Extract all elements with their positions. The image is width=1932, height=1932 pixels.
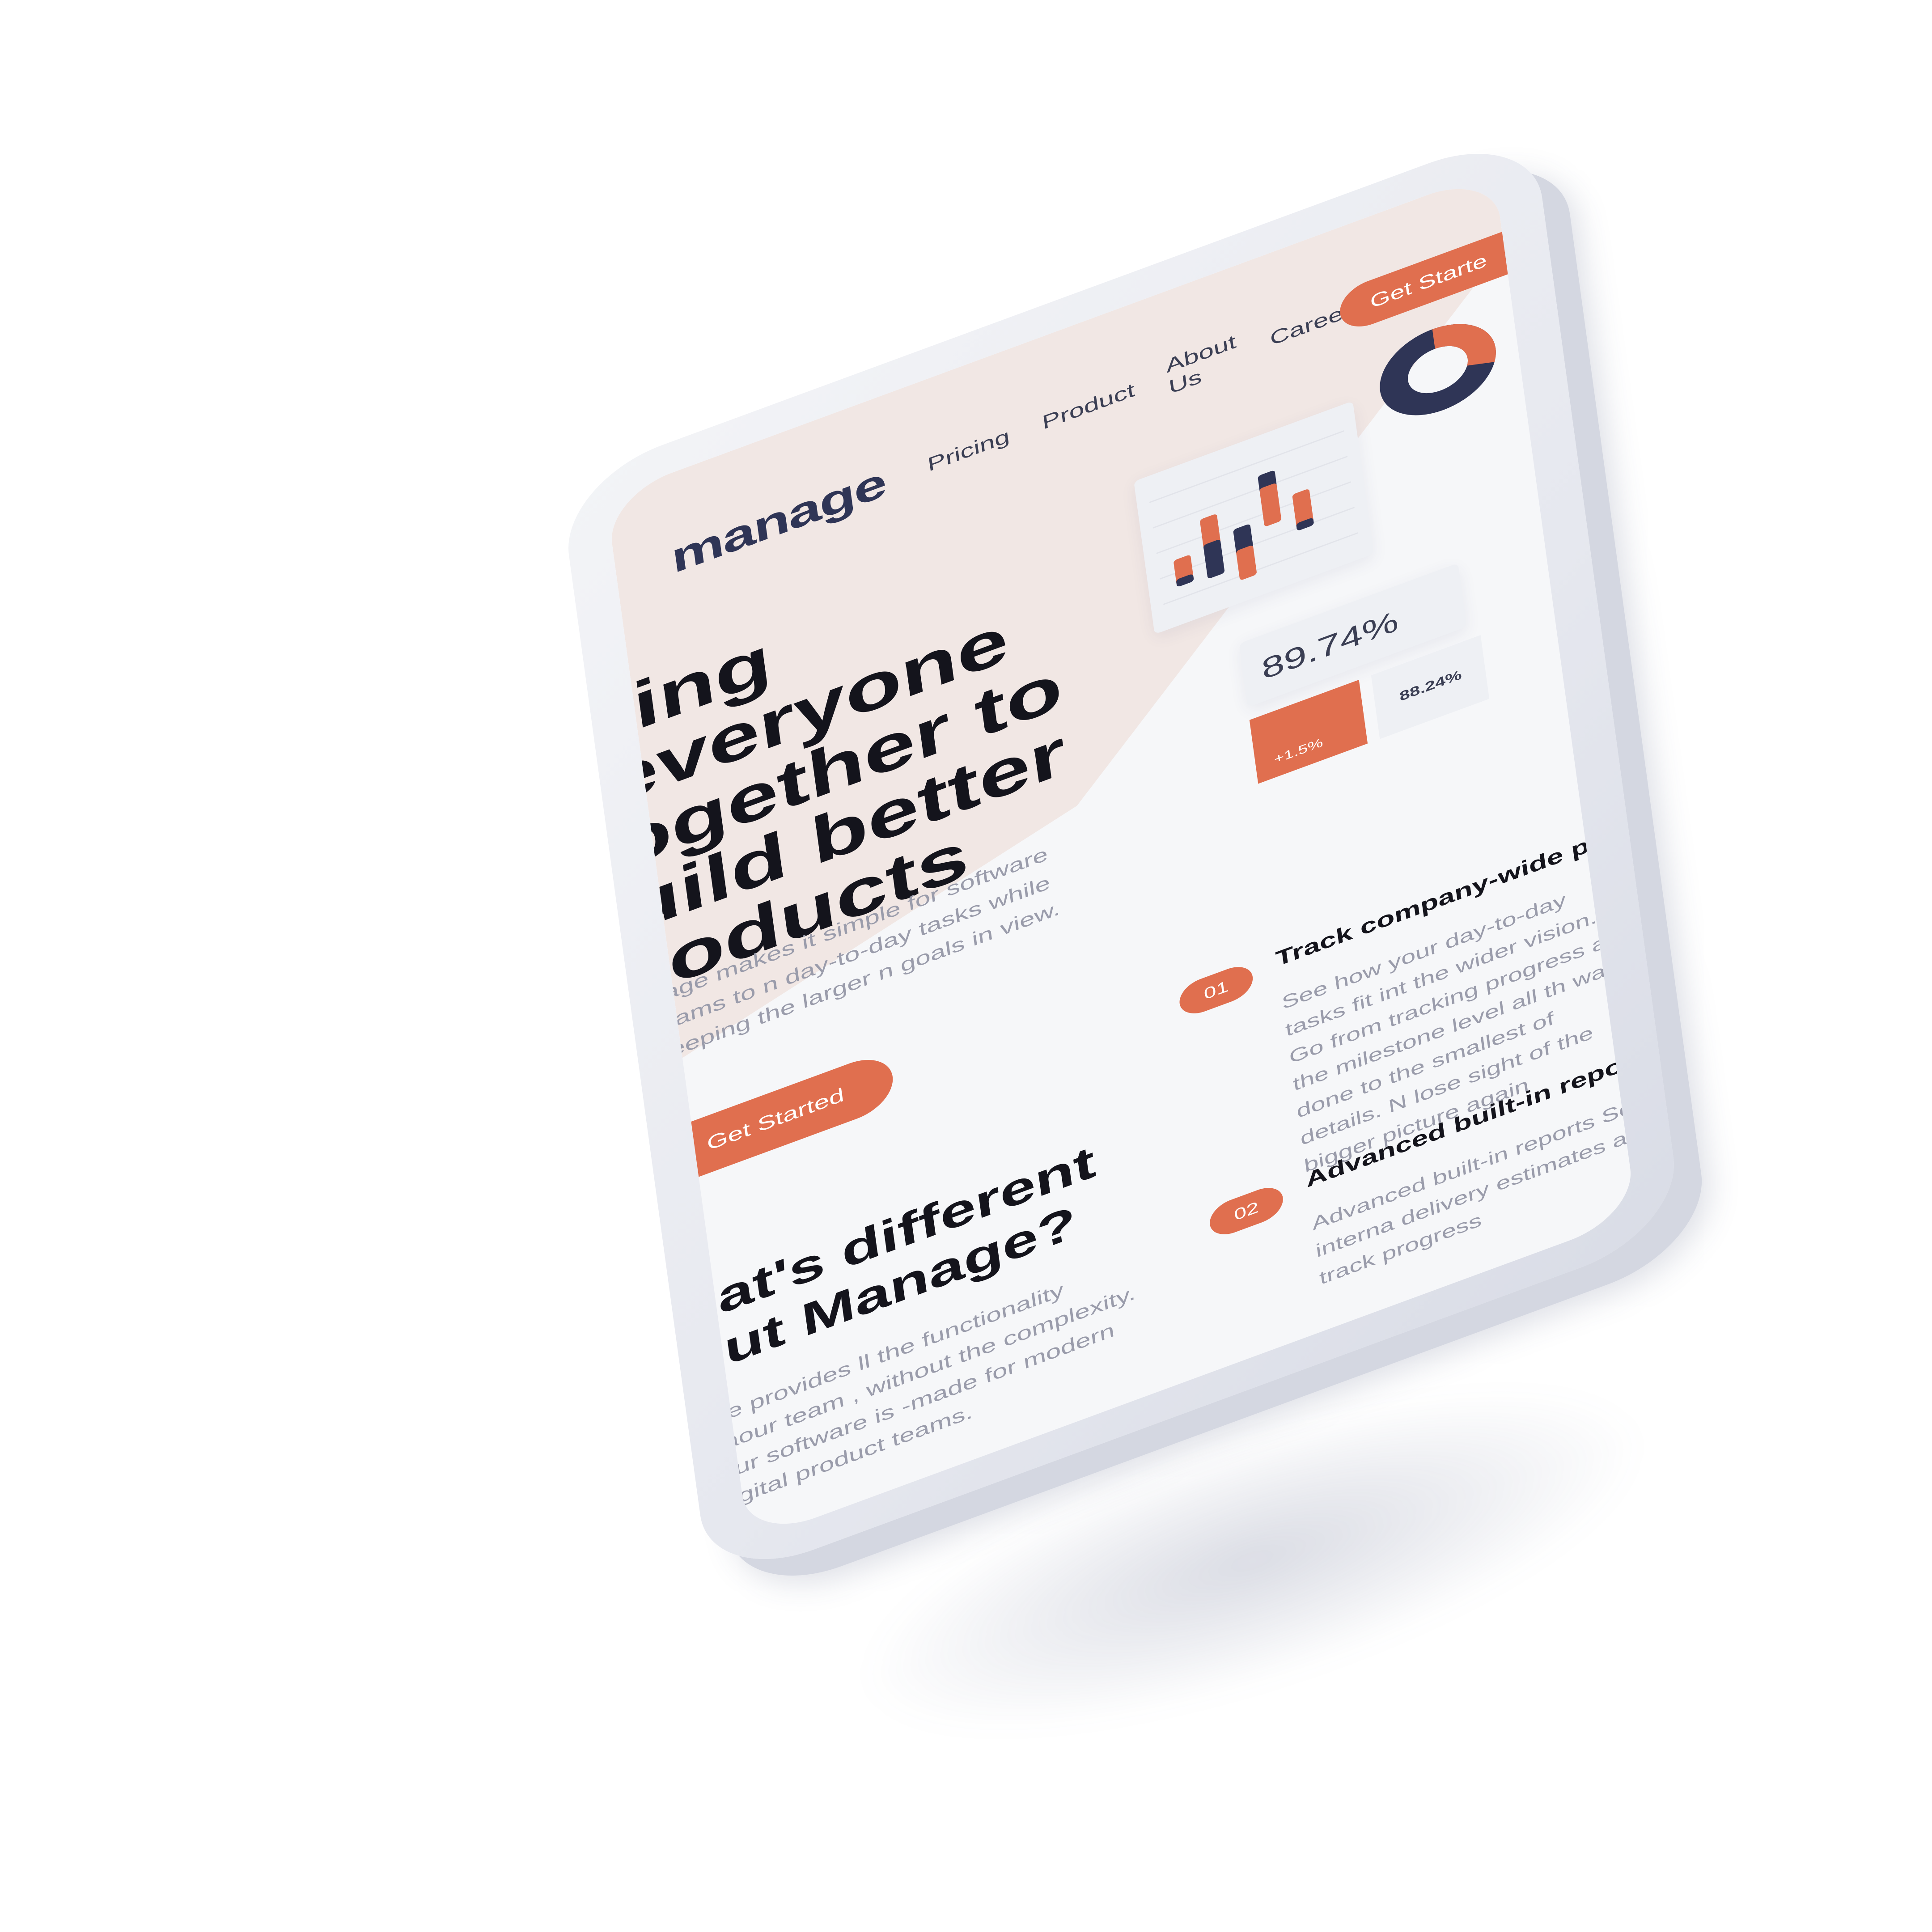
tablet-transform: manage Pricing Product About Us Careers …: [559, 125, 1683, 1588]
tablet-screen: manage Pricing Product About Us Careers …: [606, 170, 1637, 1542]
hero-get-started-button[interactable]: Get Started: [667, 1049, 897, 1186]
feature-number-badge: 02: [1208, 1182, 1285, 1241]
feature-number-badge: 01: [1177, 961, 1255, 1020]
stat-secondary-value: 88.24%: [1398, 667, 1463, 704]
stat-delta-value: +1.5%: [1273, 735, 1324, 767]
feature-item: 01 Track company-wide progress See how y…: [1177, 794, 1637, 1177]
mockup-stage: manage Pricing Product About Us Careers …: [0, 0, 1932, 1932]
tablet-device: manage Pricing Product About Us Careers …: [559, 125, 1683, 1588]
